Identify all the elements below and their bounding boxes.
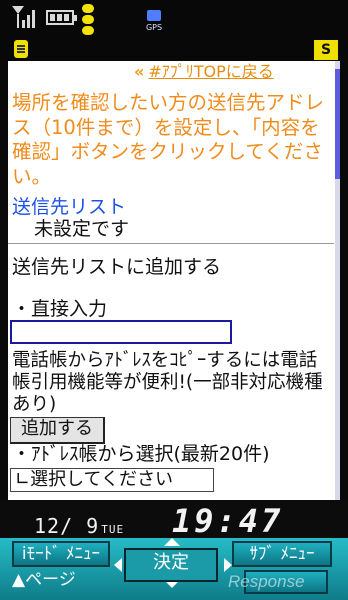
weekday-text: TUE	[101, 523, 125, 536]
time-display: 19:47	[172, 502, 284, 540]
addressbook-select[interactable]: ∟選択してください	[10, 468, 214, 492]
mail-icon	[14, 40, 28, 58]
s-badge-icon: S	[314, 40, 338, 60]
sub-menu-softkey[interactable]: ｻﾌﾞ ﾒﾆｭｰ	[232, 541, 332, 567]
battery-icon	[46, 10, 77, 25]
coin-stack-icon	[82, 4, 94, 38]
clock-bar: 12/ 9 TUE 19:47	[0, 500, 348, 540]
addressbook-label: ・ｱﾄﾞﾚｽ帳から選択(最新20件)	[12, 443, 270, 465]
instruction-text: 場所を確認したい方の送信先アドレス（10件まで）を設定し、「内容を確認」ボタンを…	[12, 91, 325, 188]
recipient-list-title: 送信先リスト	[12, 196, 127, 218]
signal-icon	[12, 6, 35, 28]
date-text: 12/ 9	[34, 514, 100, 538]
scrollbar-thumb[interactable]	[335, 69, 340, 179]
confirm-softkey[interactable]: 決定	[124, 548, 218, 582]
imode-menu-softkey[interactable]: iﾓｰﾄﾞ ﾒﾆｭｰ	[12, 541, 110, 567]
back-arrow-icon: «	[134, 62, 145, 81]
date-display: 12/ 9 TUE	[34, 514, 124, 538]
scrollbar[interactable]	[335, 61, 340, 500]
watermark: Response	[228, 572, 305, 591]
direct-input-label: ・直接入力	[12, 298, 108, 320]
app-top-link[interactable]: «#ｱﾌﾟﾘTOPに戻る	[134, 61, 274, 83]
direct-address-input[interactable]	[10, 320, 232, 344]
recipient-list-empty: 未設定です	[34, 218, 130, 240]
divider	[8, 243, 334, 244]
add-button[interactable]: 追加する	[10, 417, 105, 444]
status-bar: GPS S	[0, 0, 348, 60]
add-heading: 送信先リストに追加する	[12, 256, 222, 278]
phone-screen: GPS S «#ｱﾌﾟﾘTOPに戻る 場所を確認したい方の送信先アドレス（10件…	[0, 0, 348, 600]
browser-page: «#ｱﾌﾟﾘTOPに戻る 場所を確認したい方の送信先アドレス（10件まで）を設定…	[8, 61, 340, 500]
page-up-softkey[interactable]: ▲ページ	[12, 569, 76, 591]
gps-label: GPS	[145, 23, 163, 32]
app-top-link-text[interactable]: #ｱﾌﾟﾘTOPに戻る	[148, 62, 273, 81]
dpad-right-icon	[224, 558, 232, 572]
dpad-left-icon	[114, 558, 122, 572]
dpad-up-icon	[164, 538, 180, 546]
softkey-bar: iﾓｰﾄﾞ ﾒﾆｭｰ ▲ページ 決定 ｻﾌﾞ ﾒﾆｭｰ Response	[0, 538, 348, 600]
gps-icon: GPS	[144, 10, 164, 40]
phonebook-note: 電話帳からｱﾄﾞﾚｽをｺﾋﾟｰするには電話帳引用機能等が便利!(一部非対応機種あ…	[12, 350, 323, 415]
